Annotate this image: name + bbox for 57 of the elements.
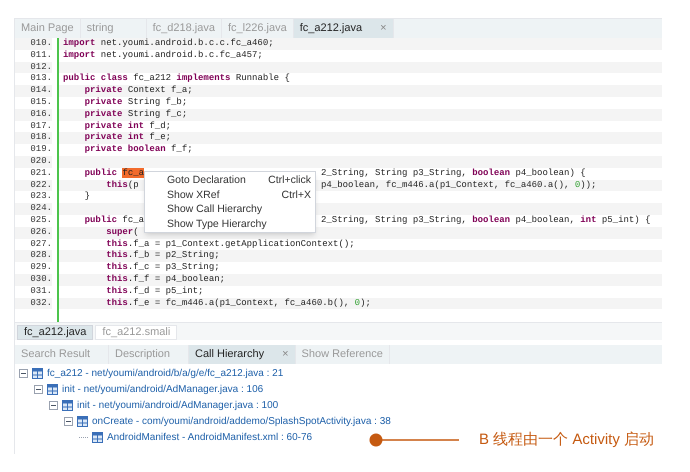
line-number: 018. bbox=[15, 132, 52, 144]
line-number: 020. bbox=[15, 156, 52, 168]
line-number: 014. bbox=[15, 85, 52, 97]
annotation-text: B 线程由一个 Activity 启动 bbox=[479, 430, 654, 450]
menu-item[interactable]: Goto Declaration Ctrl+click bbox=[145, 173, 315, 188]
code-text: private int f_e; bbox=[84, 132, 172, 144]
tree-item[interactable]: fc_a212 - net/youmi/android/b/a/g/e/fc_a212.java : 21 bbox=[47, 366, 284, 382]
line-number: 032. bbox=[15, 298, 52, 310]
line-number: 026. bbox=[15, 226, 52, 239]
tree-item[interactable]: AndroidManifest - AndroidManifest.xml : 60-76 bbox=[107, 430, 312, 445]
code-text: this.f_c = p3_String; bbox=[105, 262, 220, 274]
table-icon bbox=[62, 400, 73, 411]
tab[interactable]: Call Hierarchy × bbox=[189, 345, 296, 364]
code-text: private int f_d; bbox=[84, 120, 172, 132]
code-text: private String f_b; bbox=[84, 96, 188, 109]
table-icon bbox=[32, 368, 43, 380]
tree-item[interactable]: init - net/youmi/android/AdManager.java : 106 bbox=[62, 382, 264, 398]
code-text: 2_String, String p3_String, boolean p4_boolean, int p5_int) { bbox=[321, 214, 650, 227]
code-text: this.f_b = p2_String; bbox=[105, 250, 220, 262]
tab[interactable]: fc_a212.java × bbox=[294, 19, 394, 38]
code-text: public fc_a bbox=[84, 214, 144, 227]
code-text: this.f_d = p5_int; bbox=[105, 286, 204, 298]
collapse-icon[interactable] bbox=[34, 385, 43, 394]
table-icon bbox=[47, 384, 58, 396]
code-text: this(p bbox=[105, 180, 139, 192]
code-text: private Context f_a; bbox=[84, 85, 193, 97]
code-text: import net.youmi.android.b.c.c.fc_a460; bbox=[63, 38, 274, 50]
table-icon bbox=[77, 416, 88, 427]
line-number: 030. bbox=[15, 274, 52, 286]
tree-item[interactable]: init - net/youmi/android/AdManager.java : 100 bbox=[77, 398, 278, 413]
code-text: private boolean f_f; bbox=[84, 144, 193, 156]
line-number: 028. bbox=[15, 250, 52, 262]
line-number: 016. bbox=[15, 108, 52, 121]
line-number: 012. bbox=[15, 62, 52, 74]
code-text: p4_boolean, fc_m446.a(p1_Context, fc_a460.a(), 0)); bbox=[321, 180, 596, 192]
menu-item[interactable]: Show XRef Ctrl+X bbox=[145, 188, 315, 202]
code-text: this.f_e = fc_m446.a(p1_Context, fc_a460.b(), 0); bbox=[105, 298, 371, 310]
menu-item[interactable]: Show Call Hierarchy bbox=[145, 202, 315, 216]
code-text: import net.youmi.android.b.c.fc_a457; bbox=[63, 50, 263, 62]
collapse-icon[interactable] bbox=[19, 369, 28, 378]
code-text: this.f_f = p4_boolean; bbox=[105, 274, 226, 286]
code-text: public fc_a bbox=[84, 168, 144, 180]
code-text: super( bbox=[105, 226, 139, 239]
code-text: 2_String, String p3_String, boolean p4_boolean) { bbox=[321, 168, 586, 180]
line-number: 010. bbox=[15, 38, 52, 50]
code-text: public class fc_a212 implements Runnable { bbox=[63, 73, 290, 86]
code-text: this.f_a = p1_Context.getApplicationContext(); bbox=[105, 238, 355, 250]
tree-item[interactable]: onCreate - com/youmi/android/addemo/SplashSpotActivity.java : 38 bbox=[92, 414, 391, 429]
collapse-icon[interactable] bbox=[64, 416, 73, 426]
tab[interactable]: fc_a212.java bbox=[17, 325, 94, 340]
collapse-icon[interactable] bbox=[49, 400, 58, 410]
line-number: 024. bbox=[15, 203, 52, 215]
code-text: } bbox=[84, 191, 90, 204]
menu-item[interactable]: Show Type Hierarchy bbox=[145, 216, 315, 231]
line-number: 022. bbox=[15, 180, 52, 192]
code-text: private String f_c; bbox=[84, 108, 188, 121]
table-icon bbox=[92, 432, 103, 443]
